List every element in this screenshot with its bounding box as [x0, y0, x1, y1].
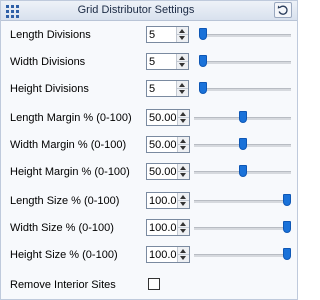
value-text: 100.0: [149, 222, 177, 234]
spin-down-icon[interactable]: [180, 256, 186, 260]
slider-thumb[interactable]: [239, 138, 247, 150]
field-label: Length Margin % (0-100): [10, 112, 132, 124]
field-row: Length Size % (0-100) 100.0: [1, 190, 297, 214]
value-text: 50.00: [149, 112, 177, 124]
spin-buttons[interactable]: [177, 193, 189, 208]
field-label: Length Size % (0-100): [10, 195, 120, 207]
slider-track[interactable]: [199, 88, 291, 91]
spin-buttons[interactable]: [176, 27, 188, 42]
value-spinner[interactable]: 50.00: [146, 163, 190, 180]
field-row: Length Divisions 5: [1, 24, 297, 48]
spin-down-icon[interactable]: [179, 63, 185, 67]
title-bar: Grid Distributor Settings: [1, 1, 297, 21]
spin-up-icon[interactable]: [180, 249, 186, 253]
spin-up-icon[interactable]: [180, 166, 186, 170]
field-label: Width Divisions: [10, 56, 86, 68]
value-spinner[interactable]: 5: [146, 80, 189, 97]
value-text: 5: [149, 56, 156, 68]
slider-thumb[interactable]: [199, 28, 207, 40]
remove-interior-sites-row: Remove Interior Sites: [1, 274, 297, 298]
value-spinner[interactable]: 5: [146, 26, 189, 43]
value-spinner[interactable]: 50.00: [146, 109, 190, 126]
slider-thumb[interactable]: [199, 82, 207, 94]
spin-up-icon[interactable]: [179, 83, 185, 87]
value-text: 5: [149, 29, 156, 41]
value-text: 50.00: [149, 166, 177, 178]
value-text: 50.00: [149, 139, 177, 151]
spin-buttons[interactable]: [177, 247, 189, 262]
spin-buttons[interactable]: [177, 164, 189, 179]
field-row: Height Divisions 5: [1, 78, 297, 102]
spin-buttons[interactable]: [176, 54, 188, 69]
value-text: 100.0: [149, 195, 177, 207]
spin-up-icon[interactable]: [180, 112, 186, 116]
spin-down-icon[interactable]: [179, 90, 185, 94]
field-row: Width Size % (0-100) 100.0: [1, 217, 297, 241]
remove-interior-sites-label: Remove Interior Sites: [10, 279, 116, 291]
spin-down-icon[interactable]: [180, 173, 186, 177]
field-label: Height Margin % (0-100): [10, 166, 130, 178]
value-text: 100.0: [149, 249, 177, 261]
spin-buttons[interactable]: [177, 137, 189, 152]
spin-down-icon[interactable]: [180, 202, 186, 206]
spin-down-icon[interactable]: [179, 36, 185, 40]
slider-thumb[interactable]: [283, 221, 291, 233]
spin-up-icon[interactable]: [180, 222, 186, 226]
value-spinner[interactable]: 100.0: [146, 219, 190, 236]
slider-track[interactable]: [199, 34, 291, 37]
spin-down-icon[interactable]: [180, 229, 186, 233]
field-row: Width Divisions 5: [1, 51, 297, 75]
value-spinner[interactable]: 100.0: [146, 246, 190, 263]
value-spinner[interactable]: 50.00: [146, 136, 190, 153]
spin-up-icon[interactable]: [179, 29, 185, 33]
spin-up-icon[interactable]: [180, 195, 186, 199]
value-spinner[interactable]: 100.0: [146, 192, 190, 209]
field-row: Length Margin % (0-100) 50.00: [1, 107, 297, 131]
field-label: Length Divisions: [10, 29, 91, 41]
field-label: Height Divisions: [10, 83, 89, 95]
slider-track[interactable]: [194, 227, 291, 230]
value-text: 5: [149, 83, 156, 95]
spin-buttons[interactable]: [176, 81, 188, 96]
field-row: Height Margin % (0-100) 50.00: [1, 161, 297, 185]
field-label: Width Size % (0-100): [10, 222, 114, 234]
spin-up-icon[interactable]: [179, 56, 185, 60]
spin-buttons[interactable]: [177, 220, 189, 235]
panel-title: Grid Distributor Settings: [77, 4, 195, 16]
spin-down-icon[interactable]: [180, 119, 186, 123]
value-spinner[interactable]: 5: [146, 53, 189, 70]
field-label: Height Size % (0-100): [10, 249, 118, 261]
reset-icon: [277, 5, 288, 15]
field-row: Height Size % (0-100) 100.0: [1, 244, 297, 268]
slider-thumb[interactable]: [239, 165, 247, 177]
field-row: Width Margin % (0-100) 50.00: [1, 134, 297, 158]
slider-track[interactable]: [194, 200, 291, 203]
spin-down-icon[interactable]: [180, 146, 186, 150]
slider-thumb[interactable]: [283, 248, 291, 260]
slider-thumb[interactable]: [199, 55, 207, 67]
settings-panel: Grid Distributor Settings Length Divisio…: [0, 0, 298, 300]
spin-up-icon[interactable]: [180, 139, 186, 143]
slider-thumb[interactable]: [283, 194, 291, 206]
reset-button[interactable]: [274, 2, 292, 18]
remove-interior-sites-checkbox[interactable]: [148, 278, 160, 290]
spin-buttons[interactable]: [177, 110, 189, 125]
field-label: Width Margin % (0-100): [10, 139, 127, 151]
slider-track[interactable]: [199, 61, 291, 64]
slider-track[interactable]: [194, 254, 291, 257]
slider-thumb[interactable]: [239, 111, 247, 123]
